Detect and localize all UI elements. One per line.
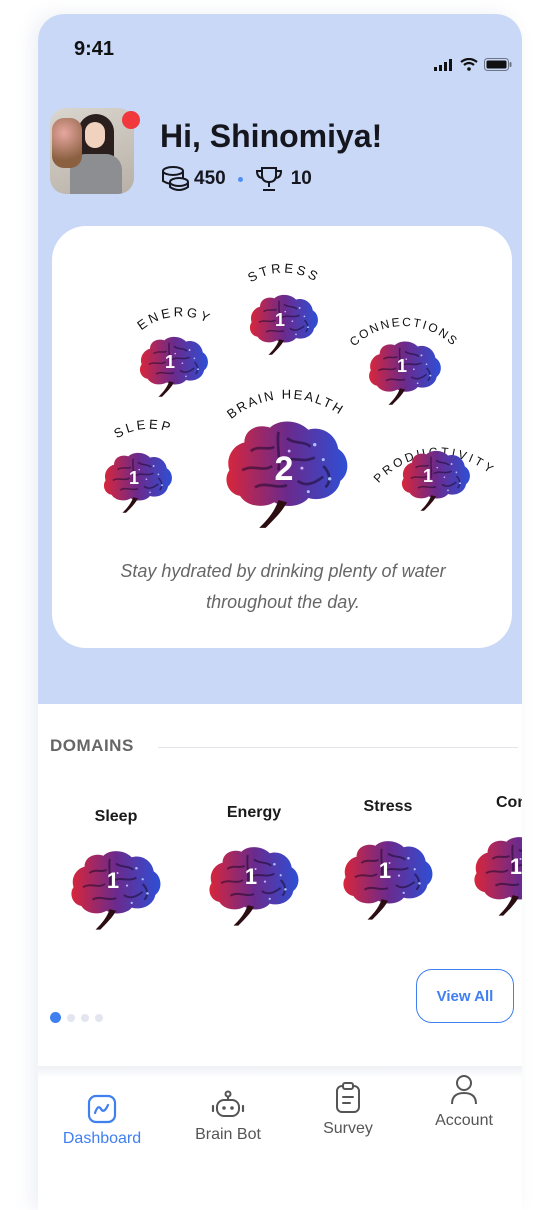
domain-score: 1 [245, 864, 257, 889]
domain-card-stress[interactable]: Stress 1 [328, 798, 448, 927]
domain-card-connections[interactable]: Con 1 [464, 794, 522, 923]
domain-card-sleep[interactable]: Sleep 1 [56, 808, 176, 937]
battery-icon [484, 58, 512, 71]
svg-text:STRESS: STRESS [245, 260, 323, 285]
domain-label: Sleep [94, 808, 138, 825]
pager-dot[interactable] [67, 1013, 75, 1022]
wheel-label-sleep: SLEEP [111, 417, 172, 442]
wifi-icon [460, 58, 478, 71]
dashboard-icon [87, 1094, 117, 1124]
nav-brain-bot[interactable]: Brain Bot [178, 1090, 278, 1144]
domain-card-energy[interactable]: Energy 1 [194, 804, 314, 933]
nav-account[interactable]: Account [414, 1074, 514, 1130]
clipboard-icon [336, 1082, 360, 1113]
domain-score: 1 [107, 868, 119, 893]
domain-score: 1 [379, 858, 391, 883]
domain-label: Con [496, 794, 522, 811]
user-stats: 450 10 [160, 166, 312, 192]
nav-label: Brain Bot [195, 1126, 261, 1143]
trophy-icon [255, 167, 282, 191]
brain-score-connections: 1 [397, 356, 407, 376]
pager-dot[interactable] [95, 1013, 103, 1022]
nav-survey[interactable]: Survey [298, 1082, 398, 1138]
daily-tip: Stay hydrated by drinking plenty of wate… [120, 561, 446, 612]
domain-brain-image: 1 [473, 836, 522, 917]
coins-count: 450 [194, 168, 226, 189]
signal-icon [434, 58, 452, 71]
domain-label: Energy [226, 804, 282, 821]
brain-score-sleep: 1 [129, 468, 139, 488]
user-icon [451, 1075, 477, 1105]
domains-pager[interactable] [50, 1012, 103, 1023]
view-all-button[interactable]: View All [416, 969, 514, 1023]
notification-dot [122, 111, 140, 129]
svg-text:ENERGY: ENERGY [134, 304, 214, 333]
pager-dot[interactable] [81, 1013, 89, 1022]
domain-brain-image: 1 [342, 840, 434, 921]
pager-dot-active[interactable] [50, 1012, 61, 1023]
brain-score-brain-health: 2 [275, 450, 294, 488]
domain-brain-image: 1 [208, 846, 300, 927]
nav-dashboard[interactable]: Dashboard [52, 1094, 152, 1148]
wheel-label-brain-health: BRAIN HEALTH [224, 387, 345, 422]
domains-heading: DOMAINS [50, 736, 134, 755]
nav-label: Account [435, 1112, 493, 1129]
brain-wheel: STRESS ENERGY CONNECTIONS SLEEP BRAIN HE… [103, 260, 495, 530]
brain-score-stress: 1 [275, 310, 285, 330]
status-icons [434, 58, 512, 71]
wheel-label-energy: ENERGY [134, 304, 211, 333]
domain-label: Stress [363, 798, 413, 815]
brain-score-productivity: 1 [423, 466, 433, 486]
phone-screen: 9:41 Hi, Shinomiya! 450 10 STRESS ENERGY… [38, 14, 522, 1210]
trophies-count: 10 [290, 168, 312, 189]
svg-text:SLEEP: SLEEP [111, 417, 175, 442]
bottom-nav: Dashboard Brain Bot Survey Account [38, 1074, 522, 1204]
separator-dot [237, 176, 243, 182]
svg-text:BRAIN HEALTH: BRAIN HEALTH [224, 387, 347, 422]
domains-divider [158, 747, 518, 748]
coins-icon [162, 166, 189, 191]
wheel-label-stress: STRESS [245, 260, 320, 285]
brain-score-energy: 1 [165, 352, 175, 372]
domain-brain-image: 1 [70, 850, 162, 931]
domain-score: 1 [510, 854, 522, 879]
brain-score-card[interactable]: STRESS ENERGY CONNECTIONS SLEEP BRAIN HE… [52, 226, 512, 648]
status-time: 9:41 [74, 38, 115, 60]
greeting: Hi, Shinomiya! [160, 118, 383, 154]
nav-label: Survey [323, 1120, 373, 1137]
robot-icon [211, 1090, 245, 1117]
nav-label: Dashboard [62, 1130, 142, 1147]
